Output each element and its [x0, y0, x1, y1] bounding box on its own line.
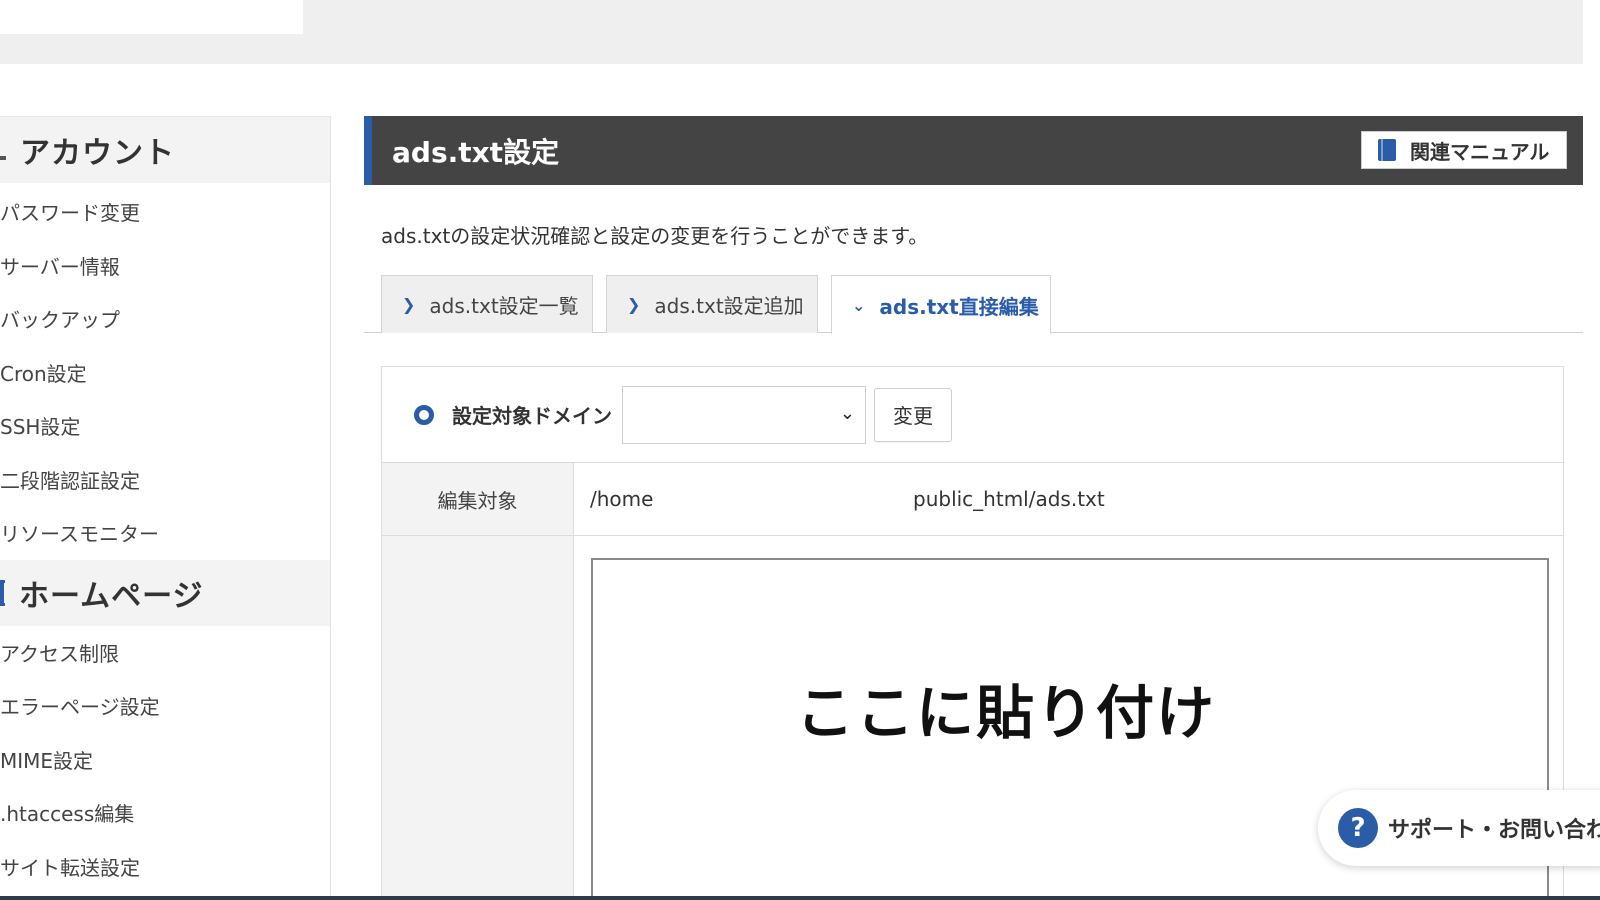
chevron-down-icon: ⌄ [852, 295, 866, 315]
top-bar [0, 0, 1583, 64]
edit-target-row: 編集対象 /home public_html/ads.txt [382, 463, 1563, 536]
tab-direct-edit[interactable]: ⌄ ads.txt直接編集 [831, 275, 1051, 334]
editor-row-label [382, 536, 574, 900]
manual-button[interactable]: 関連マニュアル [1361, 131, 1567, 169]
sidebar-item-ssh[interactable]: SSH設定 [0, 399, 330, 453]
edit-target-label: 編集対象 [382, 463, 574, 535]
edit-target-path: /home public_html/ads.txt [574, 463, 1563, 535]
tab-add[interactable]: ❯ ads.txt設定追加 [606, 275, 818, 333]
support-button[interactable]: ? サポート・お問い合わせ [1318, 790, 1600, 866]
sidebar-heading-account: アカウント [0, 117, 330, 183]
sidebar-item-password[interactable]: パスワード変更 [0, 185, 330, 239]
page: アカウント パスワード変更 サーバー情報 バックアップ Cron設定 SSH設定… [0, 0, 1600, 900]
sidebar-item-error-page[interactable]: エラーページ設定 [0, 679, 330, 733]
support-label: サポート・お問い合わせ [1388, 818, 1600, 843]
tab-label: ads.txt直接編集 [879, 294, 1039, 319]
radio-icon [414, 404, 434, 425]
chevron-down-icon: ⌄ [839, 402, 855, 424]
domain-label: 設定対象ドメイン [452, 404, 612, 428]
sidebar-homepage-list: アクセス制限 エラーページ設定 MIME設定 .htaccess編集 サイト転送… [0, 626, 330, 894]
book-icon [1378, 139, 1396, 161]
page-title: ads.txt設定 [392, 135, 560, 169]
tab-bar: ❯ ads.txt設定一覧 ❯ ads.txt設定追加 ⌄ ads.txt直接編… [364, 275, 1583, 334]
path-prefix: /home [590, 487, 654, 511]
path-suffix: public_html/ads.txt [913, 487, 1105, 511]
chevron-right-icon: ❯ [627, 295, 641, 314]
sidebar-item-two-factor[interactable]: 二段階認証設定 [0, 453, 330, 507]
homepage-icon [0, 579, 5, 606]
sidebar-item-server-info[interactable]: サーバー情報 [0, 239, 330, 293]
sidebar-heading-label: アカウント [20, 136, 175, 171]
chevron-right-icon: ❯ [402, 295, 416, 314]
change-button[interactable]: 変更 [874, 387, 952, 442]
sidebar-heading-homepage: ホームページ [0, 559, 330, 626]
sidebar-account-list: パスワード変更 サーバー情報 バックアップ Cron設定 SSH設定 二段階認証… [0, 185, 330, 560]
paste-here-note: ここに貼り付け [796, 679, 1217, 747]
sidebar-item-backup[interactable]: バックアップ [0, 292, 330, 346]
sidebar-item-site-redirect[interactable]: サイト転送設定 [0, 840, 330, 894]
sidebar-item-mime[interactable]: MIME設定 [0, 733, 330, 787]
sidebar-item-access-limit[interactable]: アクセス制限 [0, 626, 330, 680]
top-bar-box [0, 0, 303, 34]
domain-row: 設定対象ドメイン ⌄ 変更 [382, 367, 1563, 463]
tab-list[interactable]: ❯ ads.txt設定一覧 [381, 275, 593, 333]
tab-label: ads.txt設定一覧 [429, 294, 579, 318]
manual-button-label: 関連マニュアル [1410, 139, 1550, 164]
sidebar-heading-label: ホームページ [19, 578, 204, 614]
account-icon [0, 140, 6, 160]
bottom-strip [0, 896, 1600, 900]
domain-select[interactable]: ⌄ [622, 385, 866, 444]
sidebar: アカウント パスワード変更 サーバー情報 バックアップ Cron設定 SSH設定… [0, 116, 331, 900]
tab-label: ads.txt設定追加 [654, 294, 804, 318]
question-icon: ? [1338, 808, 1378, 848]
sidebar-item-htaccess[interactable]: .htaccess編集 [0, 786, 330, 840]
main-header: ads.txt設定 関連マニュアル [364, 116, 1583, 185]
page-description: ads.txtの設定状況確認と設定の変更を行うことができます。 [381, 224, 929, 248]
sidebar-item-resource-monitor[interactable]: リソースモニター [0, 506, 330, 560]
sidebar-item-cron[interactable]: Cron設定 [0, 346, 330, 400]
